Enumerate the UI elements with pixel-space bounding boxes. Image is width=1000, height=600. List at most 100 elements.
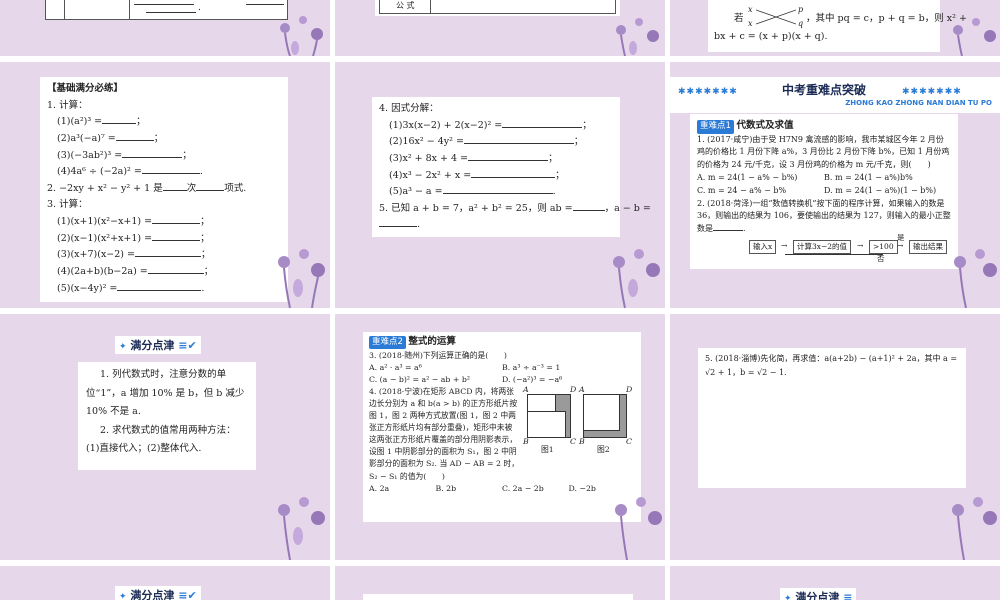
tips-badge-label: 满分点津	[130, 339, 175, 352]
q1-option-a: A. m = 24(1 − a% − b%)	[697, 172, 798, 182]
flower-decoration	[942, 0, 1000, 56]
table-cell-formula: 公 式	[396, 1, 415, 10]
q4-item-4: (4)x³ − 2x² + x =；	[389, 169, 565, 181]
question-5: 5. (2018·淄博)先化简，再求值：a(a+2b) − (a+1)² + 2…	[705, 354, 958, 377]
slide-2-card: 公 式	[375, 0, 620, 16]
slide-11	[335, 566, 665, 600]
check-icon: ✔	[187, 339, 197, 352]
slide-9-card: 5. (2018·淄博)先化简，再求值：a(a+2b) − (a+1)² + 2…	[698, 348, 966, 388]
question-2: 2. (2018·菏泽)一组“数值转换机”按下面的程序计算，如果输入的数是 36…	[697, 198, 951, 234]
q1-option-d: D. m = 24(1 − a%)(1 − b%)	[824, 185, 937, 195]
q1-options: A. m = 24(1 − a% − b%) B. m = 24(1 − a%)…	[697, 172, 951, 198]
cross-x2: x	[748, 19, 753, 28]
flower-decoration	[938, 490, 1000, 560]
slide-4: 【基础满分必练】 1. 计算： (1)(a²)³ =； (2)a³(−a)⁷ =…	[0, 62, 330, 308]
question-1: 1. (2017·咸宁)由于受 H7N9 禽流感的影响，我市某城区今年 2 月份…	[697, 134, 950, 170]
question-3: 3. 计算：	[47, 199, 88, 211]
flower-decoration	[597, 242, 665, 308]
slide-1-card: .	[45, 0, 288, 20]
figure-2-caption: 图2	[597, 444, 610, 454]
flower-decoration	[942, 242, 1000, 308]
figures: A D B C 图1 A D B C 图2	[523, 385, 633, 456]
equals-icon: ≡	[843, 591, 853, 600]
flow-condition: >100	[869, 239, 898, 254]
topic-tag: 重难点2	[369, 336, 406, 350]
tips-badge: ✦ 满分点津 ≡✔	[115, 586, 201, 600]
slide-8: 重难点2 整式的运算 3. (2018·随州)下列运算正确的是( ) A. a²…	[335, 314, 665, 560]
question-4: 4. (2018·宁波)在矩形 ABCD 内，将两张边长分别为 a 和 b(a …	[369, 386, 520, 481]
slide-6: ✱✱✱✱✱✱✱ 中考重难点突破 ✱✱✱✱✱✱✱ ZHONG KAO ZHONG …	[670, 62, 1000, 308]
slide-1-table: .	[45, 0, 288, 20]
slide-9: 5. (2018·淄博)先化简，再求值：a(a+2b) − (a+1)² + 2…	[670, 314, 1000, 560]
q4-item-2: (2)16x² − 4y² =；	[389, 136, 584, 148]
q3-item-5: (5)(x−4y)² =.	[57, 282, 205, 294]
slide-12: ✦ 满分点津 ≡	[670, 566, 1000, 600]
q4-option-c: C. 2a − 2b	[502, 483, 544, 493]
tip-1: 1. 列代数式时，注意分数的单位“1”，a 增加 10% 是 b，但 b 减少 …	[86, 369, 245, 418]
slide-5: 4. 因式分解： (1)3x(x−2) + 2(x−2)² =； (2)16x²…	[335, 62, 665, 308]
q1-item-2: (2)a³(−a)⁷ =；	[57, 132, 164, 144]
question-2: 2. −2xy + x² − y² + 1 是次项式.	[47, 182, 247, 194]
cross-lines	[756, 9, 796, 25]
tip-2: 2. 求代数式的值常用两种方法：(1)直接代入；(2)整体代入.	[86, 424, 236, 455]
cross-p: p	[798, 5, 804, 14]
figure-1	[527, 393, 571, 438]
q3-option-c: C. (a − b)² = a² − ab + b²	[369, 374, 470, 384]
slide-7: ✦ 满分点津 ≡✔ 1. 列代数式时，注意分数的单位“1”，a 增加 10% 是…	[0, 314, 330, 560]
slide-10: ✦ 满分点津 ≡✔	[0, 566, 330, 600]
slide-2-table: 公 式	[379, 0, 616, 14]
slide-6-banner: ✱✱✱✱✱✱✱ 中考重难点突破 ✱✱✱✱✱✱✱ ZHONG KAO ZHONG …	[670, 77, 1000, 113]
star-icon: ✦	[784, 594, 792, 600]
q3-option-b: B. a³ ÷ a⁻³ = 1	[502, 362, 561, 372]
cross-x1: x	[748, 5, 753, 14]
q1-option-c: C. m = 24 − a% − b%	[697, 185, 787, 195]
star-icon: ✦	[119, 342, 127, 352]
q4-option-b: B. 2b	[435, 483, 457, 493]
figure-2	[583, 393, 627, 438]
tips-badge: ✦ 满分点津 ≡	[780, 588, 857, 600]
topic-tag: 重难点1	[697, 120, 734, 134]
question-5: 5. 已知 a + b = 7，a² + b² = 25，则 ab = ，a − …	[379, 202, 651, 214]
flower-decoration	[262, 242, 330, 308]
q3-option-d: D. (−a²)³ = −a⁶	[502, 374, 563, 384]
q3-options: A. a² · a³ = a⁶ B. a³ ÷ a⁻³ = 1 C. (a − …	[369, 362, 635, 386]
tips-badge-label: 满分点津	[130, 589, 175, 600]
factor-line: bx + c = (x + p)(x + q).	[714, 31, 828, 42]
check-icon: ✔	[187, 589, 197, 600]
section-heading: 【基础满分必练】	[47, 83, 124, 94]
slide-5-card: 4. 因式分解： (1)3x(x−2) + 2(x−2)² =； (2)16x²…	[372, 97, 651, 237]
slide-2: 公 式	[335, 0, 665, 56]
slide-9-answer-area	[698, 388, 966, 488]
flow-input: 输入x	[749, 239, 777, 254]
q3-item-3: (3)(x+7)(x−2) =；	[57, 249, 211, 261]
q4-item-3: (3)x² + 8x + 4 =；	[389, 152, 558, 164]
q4-options: A. 2a B. 2b C. 2a − 2b D. −2b	[369, 483, 635, 495]
banner-dots-left: ✱✱✱✱✱✱✱	[678, 87, 738, 97]
q1-item-4: (4)4a⁶ ÷ (−2a)² =.	[57, 166, 203, 178]
question-4: 4. 因式分解：	[379, 103, 439, 114]
question-3: 3. (2018·随州)下列运算正确的是( )	[369, 350, 507, 360]
flowchart: 输入x → 计算3x−2的值 → >100 是 → 输出结果 否	[697, 233, 951, 264]
slide-4-card: 【基础满分必练】 1. 计算： (1)(a²)³ =； (2)a³(−a)⁷ =…	[40, 77, 288, 302]
q3-item-4: (4)(2a+b)(b−2a) =；	[57, 265, 214, 277]
tips-badge: ✦ 满分点津 ≡✔	[115, 336, 201, 354]
q1-item-3: (3)(−3ab²)³ =；	[57, 149, 192, 161]
q4-option-a: A. 2a	[369, 483, 390, 493]
q4-item-5: (5)a³ − a =.	[389, 186, 556, 198]
tips-badge-label: 满分点津	[795, 591, 840, 600]
flower-decoration	[262, 490, 330, 560]
topic-subtitle: 整式的运算	[408, 336, 456, 347]
slide-3: 若 x x p q ，其中 pq = c，p + q = b，则 x² + bx…	[670, 0, 1000, 56]
question-5-cont: .	[379, 217, 613, 234]
question-1: 1. 计算：	[47, 99, 88, 111]
cross-prefix: 若	[734, 13, 744, 24]
flower-decoration	[265, 0, 330, 56]
q1-item-1: (1)(a²)³ =；	[57, 116, 146, 128]
slide-3-card: 若 x x p q ，其中 pq = c，p + q = b，则 x² + bx…	[708, 0, 967, 52]
slide-7-card: 1. 列代数式时，注意分数的单位“1”，a 增加 10% 是 b，但 b 减少 …	[78, 362, 256, 470]
banner-pinyin: ZHONG KAO ZHONG NAN DIAN TU PO	[845, 99, 992, 107]
q1-option-b: B. m = 24(1 − a%)b%	[824, 172, 913, 182]
figure-1-caption: 图1	[541, 444, 554, 454]
star-icon: ✦	[119, 592, 127, 600]
q3-option-a: A. a² · a³ = a⁶	[369, 362, 422, 372]
